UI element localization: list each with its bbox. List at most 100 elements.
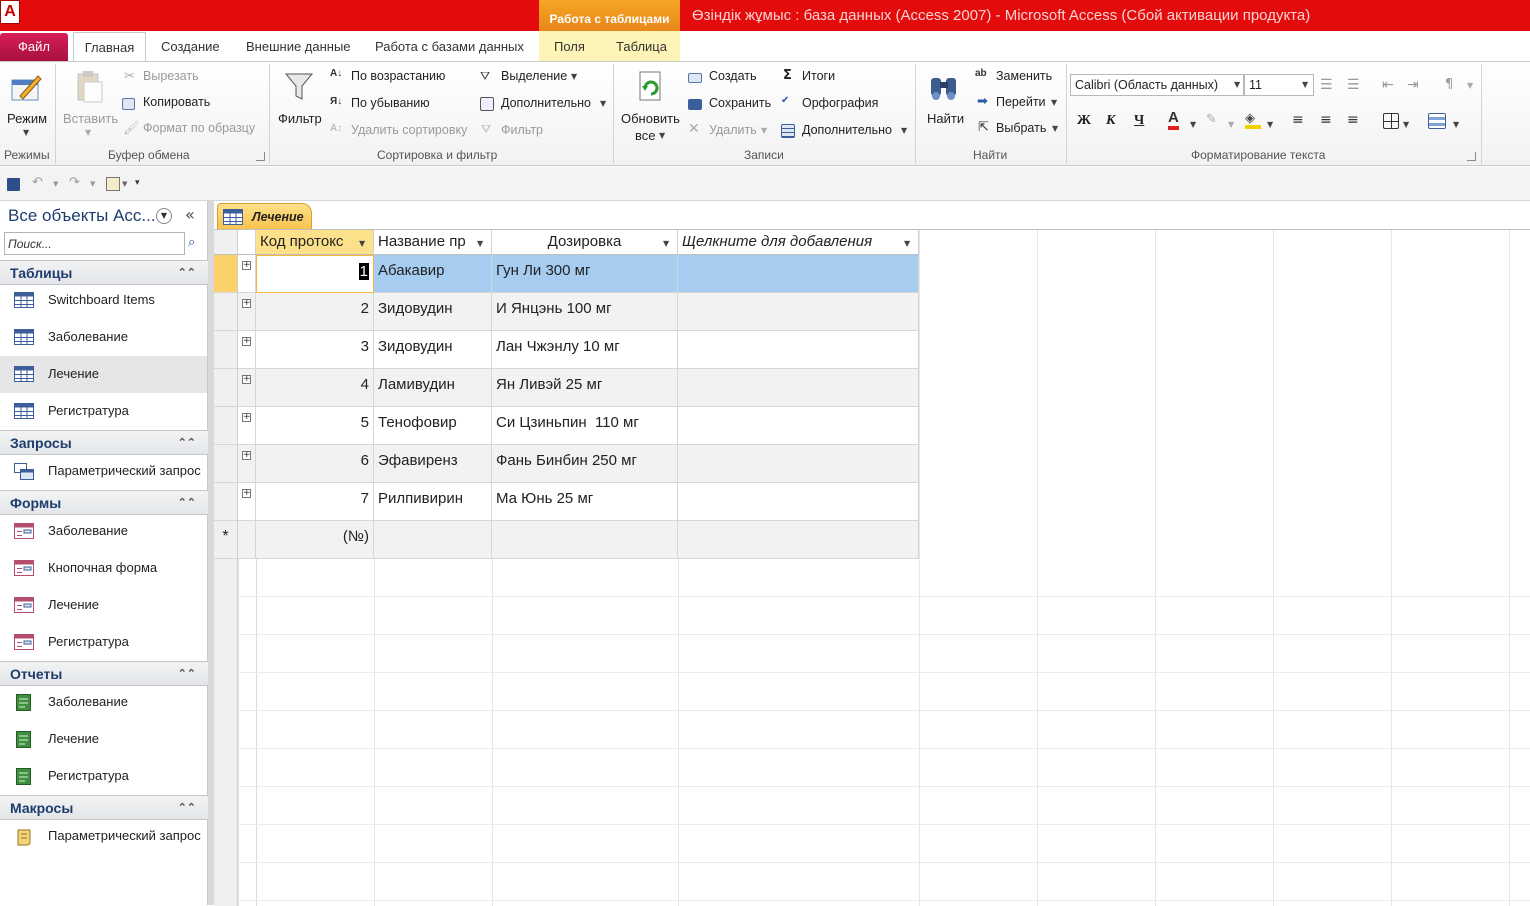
select-all-corner[interactable]	[214, 230, 238, 255]
font-family-dropdown-icon[interactable]: ▼	[1234, 80, 1240, 89]
tab-home[interactable]: Главная	[73, 32, 146, 62]
goto-dropdown-icon[interactable]: ▼	[1051, 98, 1057, 107]
column-dropdown-icon[interactable]: ▼	[904, 239, 910, 248]
font-family-select[interactable]: Calibri (Область данных)	[1070, 74, 1244, 96]
more-records-dropdown-icon[interactable]: ▼	[901, 126, 907, 135]
refresh-all-button-line2[interactable]: все	[635, 128, 656, 143]
new-record-cell[interactable]	[492, 521, 678, 559]
nav-group-header-queries[interactable]: Запросы ⌃⌃	[0, 430, 208, 455]
expand-plus-icon[interactable]: +	[242, 337, 251, 346]
nav-group-header-forms[interactable]: Формы ⌃⌃	[0, 490, 208, 515]
spelling-button[interactable]: Орфография	[802, 96, 878, 110]
nav-group-header-macros[interactable]: Макросы ⌃⌃	[0, 795, 208, 820]
nav-search-icon[interactable]: ⌕	[188, 235, 195, 250]
advanced-dropdown-icon[interactable]: ▼	[600, 99, 606, 108]
highlight-dropdown-icon[interactable]: ▼	[1228, 120, 1234, 129]
table-cell-id[interactable]: 1	[256, 255, 374, 293]
qat-undo-dropdown-icon[interactable]: ▼	[53, 180, 58, 188]
tab-external-data[interactable]: Внешние данные	[246, 37, 351, 61]
refresh-dropdown-icon[interactable]: ▼	[659, 131, 665, 140]
nav-item-form-registratura[interactable]: Регистратура	[0, 624, 207, 661]
paragraph-direction-icon[interactable]: ¶	[1445, 77, 1453, 92]
nav-item-form-lechenie[interactable]: Лечение	[0, 587, 207, 624]
table-cell-dosage[interactable]: Гун Ли 300 мг	[492, 255, 678, 293]
font-color-icon[interactable]: A	[1168, 110, 1179, 130]
record-selector[interactable]	[214, 255, 238, 293]
new-record-button[interactable]: Создать	[709, 69, 757, 83]
column-dropdown-icon[interactable]: ▼	[359, 239, 365, 248]
nav-item-form-switchboard[interactable]: Кнопочная форма	[0, 550, 207, 587]
align-right-icon[interactable]: ≡	[1347, 112, 1359, 128]
table-cell-dosage[interactable]: Си Цзиньпин 110 мг	[492, 407, 678, 445]
tab-create[interactable]: Создание	[161, 37, 220, 61]
nav-menu-dropdown-icon[interactable]: ▼	[156, 208, 172, 224]
expand-plus-icon[interactable]: +	[242, 451, 251, 460]
format-painter-button[interactable]: Формат по образцу	[143, 121, 255, 135]
replace-button[interactable]: Заменить	[996, 69, 1052, 83]
selection-button[interactable]: Выделение	[501, 69, 567, 83]
table-cell-dosage[interactable]: Лан Чжэнлу 10 мг	[492, 331, 678, 369]
column-header-dosage[interactable]: Дозировка	[492, 230, 678, 255]
qat-redo-icon[interactable]: ↷	[69, 175, 80, 190]
table-cell-add[interactable]	[678, 445, 919, 483]
align-left-icon[interactable]: ≡	[1292, 112, 1304, 128]
font-size-dropdown-icon[interactable]: ▼	[1302, 80, 1308, 89]
collapse-chevron-icon[interactable]: ⌃⌃	[178, 496, 196, 509]
totals-button[interactable]: Итоги	[802, 69, 835, 83]
table-cell-id[interactable]: 3	[256, 331, 374, 369]
more-records-button[interactable]: Дополнительно	[802, 123, 892, 137]
table-cell-add[interactable]	[678, 407, 919, 445]
remove-sort-button[interactable]: Удалить сортировку	[351, 123, 467, 137]
collapse-chevron-icon[interactable]: ⌃⌃	[178, 436, 196, 449]
expand-plus-icon[interactable]: +	[242, 261, 251, 270]
table-cell-name[interactable]: Зидовудин	[374, 331, 492, 369]
nav-item-report-zabolevanie[interactable]: Заболевание	[0, 684, 207, 721]
qat-save-icon[interactable]	[7, 178, 20, 191]
paragraph-dropdown-icon[interactable]: ▼	[1467, 81, 1473, 90]
goto-button[interactable]: Перейти	[996, 95, 1046, 109]
column-dropdown-icon[interactable]: ▼	[477, 239, 483, 248]
gridlines-icon[interactable]	[1383, 113, 1399, 129]
filter-button[interactable]: Фильтр	[278, 111, 322, 126]
underline-button[interactable]: Ч	[1134, 113, 1144, 129]
tab-fields[interactable]: Поля	[554, 37, 585, 61]
view-mode-dropdown-icon[interactable]: ▼	[23, 128, 29, 137]
highlight-icon[interactable]: ✎	[1206, 112, 1217, 127]
selection-dropdown-icon[interactable]: ▼	[571, 72, 577, 81]
expand-plus-icon[interactable]: +	[242, 299, 251, 308]
table-cell-dosage[interactable]: Ян Ливэй 25 мг	[492, 369, 678, 407]
column-header-id[interactable]: Код протокс	[256, 230, 374, 255]
table-cell-id[interactable]: 6	[256, 445, 374, 483]
fill-color-dropdown-icon[interactable]: ▼	[1267, 120, 1273, 129]
record-selector[interactable]	[214, 293, 238, 331]
qat-undo-icon[interactable]: ↶	[32, 175, 43, 190]
table-cell-id[interactable]: 4	[256, 369, 374, 407]
table-cell-id[interactable]: 5	[256, 407, 374, 445]
table-cell-add[interactable]	[678, 483, 919, 521]
save-record-button[interactable]: Сохранить	[709, 96, 771, 110]
access-logo-icon[interactable]: A	[0, 0, 20, 24]
table-cell-add[interactable]	[678, 293, 919, 331]
nav-search-input[interactable]: Поиск...	[4, 232, 185, 255]
record-selector[interactable]	[214, 331, 238, 369]
alt-row-color-icon[interactable]	[1428, 113, 1446, 129]
numbering-icon[interactable]: ☰	[1347, 77, 1360, 93]
refresh-all-button[interactable]: Обновить	[621, 111, 680, 126]
fill-color-icon[interactable]: ◈	[1245, 111, 1261, 129]
nav-item-table-lechenie[interactable]: Лечение	[0, 356, 207, 393]
column-header-add[interactable]: Щелкните для добавления	[678, 230, 919, 255]
qat-form-dropdown-icon[interactable]: ▼	[122, 180, 127, 188]
table-cell-name[interactable]: Зидовудин	[374, 293, 492, 331]
new-record-cell[interactable]	[374, 521, 492, 559]
delete-record-button[interactable]: Удалить	[709, 123, 757, 137]
qat-redo-dropdown-icon[interactable]: ▼	[90, 180, 95, 188]
collapse-chevron-icon[interactable]: ⌃⌃	[178, 667, 196, 680]
nav-group-header-reports[interactable]: Отчеты ⌃⌃	[0, 661, 208, 686]
table-cell-add[interactable]	[678, 255, 919, 293]
table-cell-dosage[interactable]: И Янцэнь 100 мг	[492, 293, 678, 331]
table-cell-add[interactable]	[678, 331, 919, 369]
tab-file[interactable]: Файл	[0, 33, 68, 61]
nav-item-report-lechenie[interactable]: Лечение	[0, 721, 207, 758]
nav-item-table-registratura[interactable]: Регистратура	[0, 393, 207, 430]
nav-item-table-zabolevanie[interactable]: Заболевание	[0, 319, 207, 356]
